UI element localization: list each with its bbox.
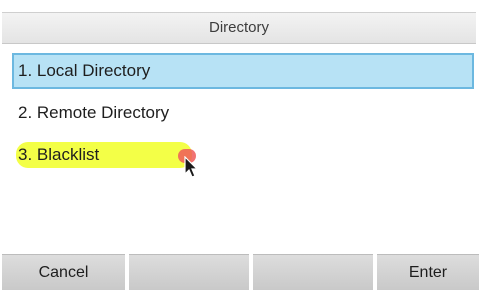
phone-screen: Directory 1. Local Directory 2. Remote D… bbox=[0, 0, 481, 290]
menu-item-local-directory[interactable]: 1. Local Directory bbox=[12, 53, 474, 89]
enter-softkey[interactable]: Enter bbox=[377, 254, 479, 290]
mouse-pointer-icon bbox=[184, 156, 199, 178]
directory-menu: 1. Local Directory 2. Remote Directory 3… bbox=[0, 43, 481, 253]
menu-item-remote-directory[interactable]: 2. Remote Directory bbox=[12, 95, 474, 131]
menu-item-label: 3. Blacklist bbox=[18, 145, 100, 164]
screen-title: Directory bbox=[2, 12, 476, 44]
menu-item-label: 1. Local Directory bbox=[18, 61, 151, 80]
softkey-bar: Cancel Enter bbox=[0, 254, 481, 290]
menu-item-label: 2. Remote Directory bbox=[18, 103, 170, 122]
cancel-softkey[interactable]: Cancel bbox=[2, 254, 125, 290]
blank-softkey-2[interactable] bbox=[129, 254, 249, 290]
menu-item-blacklist[interactable]: 3. Blacklist bbox=[12, 137, 474, 173]
blank-softkey-3[interactable] bbox=[253, 254, 373, 290]
